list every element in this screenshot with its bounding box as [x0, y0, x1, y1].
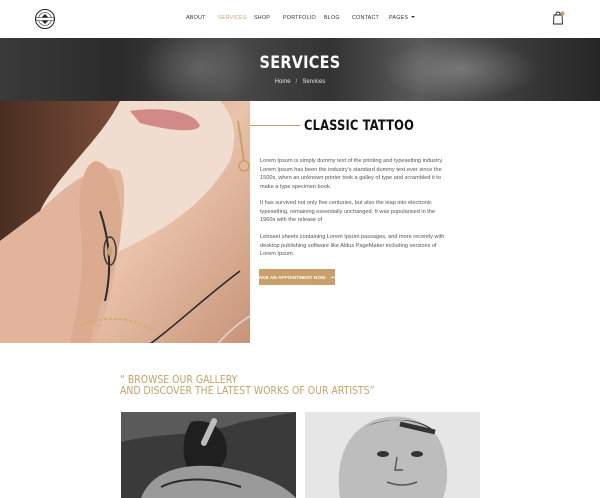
chevron-down-icon: [411, 16, 416, 18]
breadcrumb-separator: /: [295, 79, 298, 85]
shopping-bag-icon[interactable]: [552, 11, 565, 25]
nav-shop[interactable]: SHOP: [254, 15, 270, 21]
breadcrumb-home[interactable]: Home: [275, 79, 291, 85]
gallery-heading-line-2: AND DISCOVER THE LATEST WORKS OF OUR ART…: [120, 384, 375, 397]
page-hero: SERVICES Home / Services: [0, 38, 600, 101]
nav-blog[interactable]: BLOG: [324, 15, 340, 21]
arrow-right-icon: ⟶: [330, 274, 340, 281]
section-title: CLASSIC TATTOO: [304, 118, 415, 134]
nav-portfolio[interactable]: PORTFOLIO: [283, 15, 316, 21]
breadcrumb: Home / Services: [0, 79, 600, 85]
appointment-button[interactable]: MAKE AN APPOINTMENT NOW ⟶: [255, 269, 339, 285]
appointment-button-label: MAKE AN APPOINTMENT NOW: [254, 274, 326, 280]
title-accent-line: [250, 125, 300, 126]
content-paragraph-1: Lorem Ipsum is simply dummy text of the …: [260, 158, 444, 190]
content-paragraph-3: Letraset sheets containing Lorem Ipsum p…: [260, 234, 445, 258]
cart-badge: [560, 11, 565, 16]
nav-services[interactable]: SERVICES: [218, 15, 247, 21]
main-nav: ABOUT SERVICES SHOP PORTFOLIO BLOG CONTA…: [0, 0, 600, 38]
nav-pages-label: PAGES: [389, 15, 409, 21]
gallery-image-tattooed-man[interactable]: [305, 412, 480, 498]
nav-about[interactable]: ABOUT: [186, 15, 206, 21]
site-header: ABOUT SERVICES SHOP PORTFOLIO BLOG CONTA…: [0, 0, 600, 38]
content-paragraph-2: It has survived not only five centuries,…: [260, 200, 436, 224]
gallery-heading: “ BROWSE OUR GALLERY AND DISCOVER THE LA…: [120, 374, 375, 396]
nav-pages[interactable]: PAGES: [389, 15, 416, 21]
gallery-image-tattoo-artist[interactable]: [121, 412, 296, 498]
feature-tattoo-image: [0, 101, 250, 343]
page-title: SERVICES: [259, 53, 341, 73]
breadcrumb-current: Services: [302, 79, 326, 85]
nav-contact[interactable]: CONTACT: [352, 15, 379, 21]
